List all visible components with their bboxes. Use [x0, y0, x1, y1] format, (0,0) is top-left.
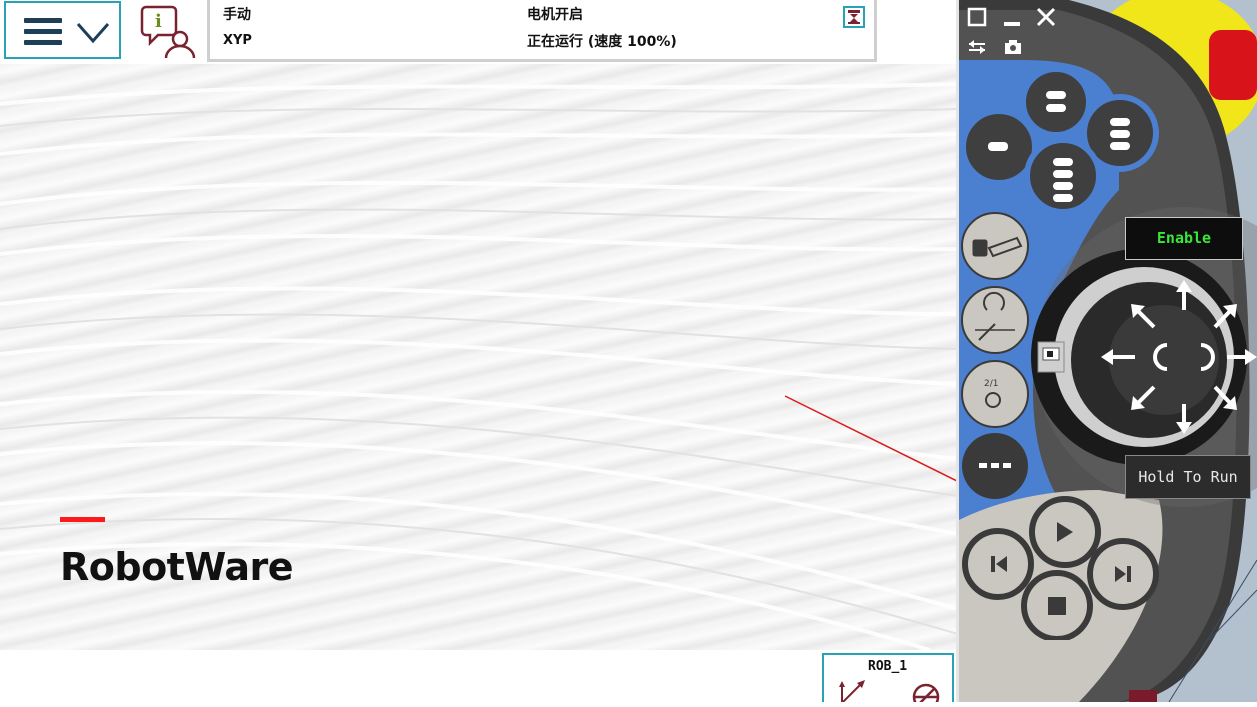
- enable-label: Enable: [1156, 229, 1212, 247]
- minimize-icon[interactable]: [999, 4, 1025, 30]
- usb-port-icon[interactable]: [1037, 341, 1065, 373]
- enable-device-button[interactable]: Enable: [1125, 217, 1243, 260]
- mode-buttons: 2/1: [961, 212, 1029, 499]
- annotation-arrow: [784, 395, 958, 483]
- svg-text:2/1: 2/1: [984, 379, 998, 389]
- run-controls: [962, 496, 1159, 640]
- hold-to-run-button[interactable]: Hold To Run: [1125, 455, 1251, 499]
- camera-icon[interactable]: [1002, 36, 1024, 58]
- virtual-pendant: 2/1 Enable Hold To Run: [959, 0, 1257, 703]
- flexpendant-screen: i 手动 XYP 电机开启 正在运行 (速度 100%) RobotWare R…: [0, 0, 958, 702]
- programmable-keys: [960, 66, 1159, 215]
- maximize-icon[interactable]: [964, 4, 990, 30]
- key-2: [1020, 66, 1092, 138]
- hold-to-run-label: Hold To Run: [1138, 468, 1238, 486]
- swap-icon[interactable]: [966, 36, 988, 58]
- close-icon[interactable]: [1033, 4, 1059, 30]
